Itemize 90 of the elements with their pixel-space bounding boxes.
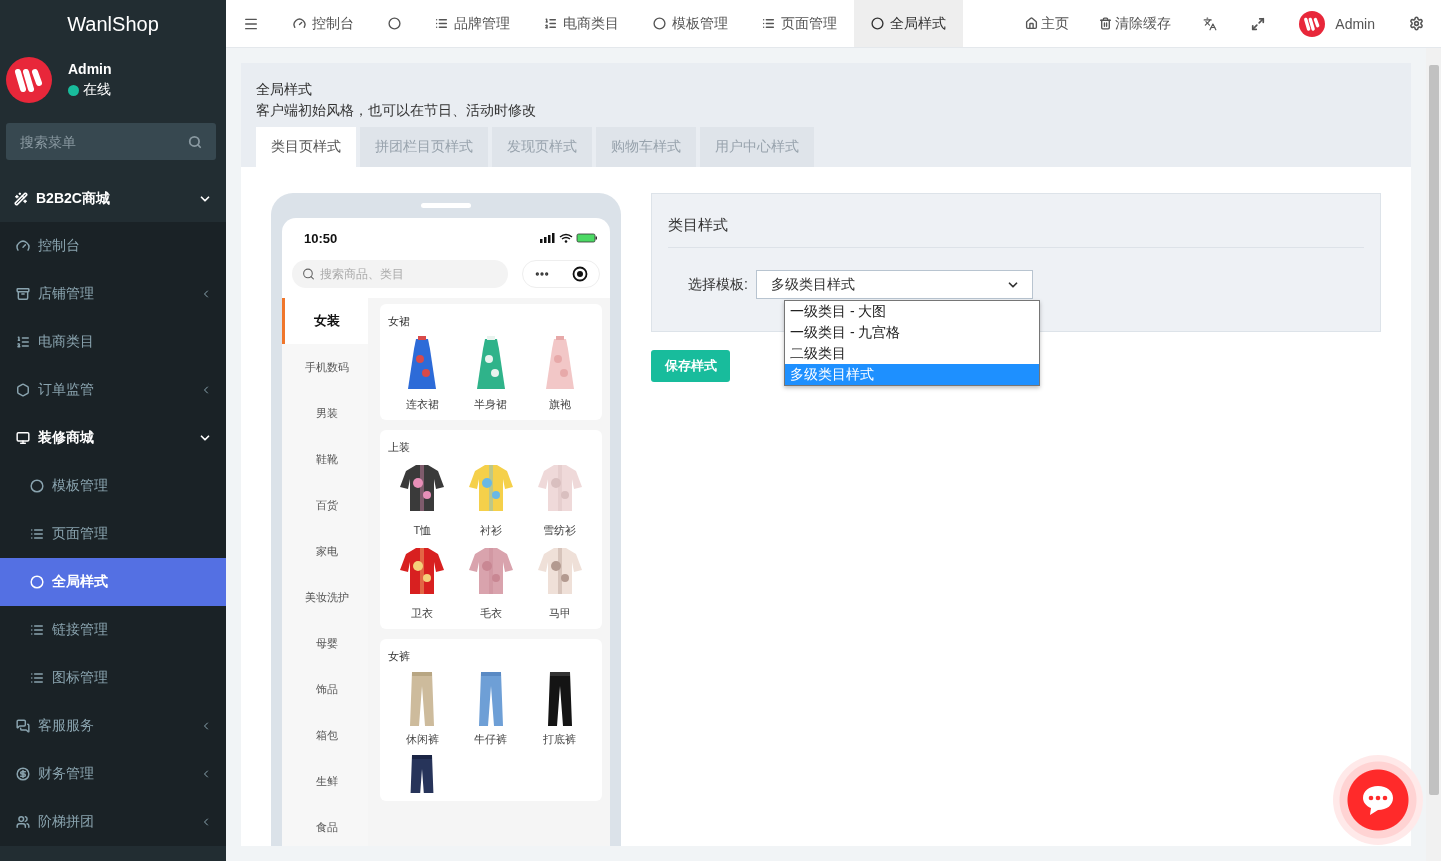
dropdown-option[interactable]: 一级类目 - 九宫格 [785,322,1039,343]
circle-icon [653,17,666,30]
search-icon [302,267,315,281]
product-label[interactable]: 打底裤 [543,732,577,747]
list-icon [16,335,30,349]
product-label[interactable]: 连衣裙 [405,397,439,412]
product-label[interactable]: 毛衣 [480,606,502,621]
card-title: 类目样式 [668,216,1364,248]
dashboard-icon [293,17,306,30]
dropdown-option[interactable]: 二级类目 [785,343,1039,364]
menu-item[interactable]: 阶梯拼团 [0,798,226,846]
online-status: 在线 [68,81,112,99]
category-item[interactable]: 生鲜 [282,758,368,804]
category-item[interactable]: 百货 [282,482,368,528]
product-label[interactable]: 牛仔裤 [474,732,508,747]
trash-icon [1099,17,1113,30]
search-field[interactable]: 搜索菜单 [6,123,216,160]
category-item[interactable]: 美妆洗护 [282,574,368,620]
signal-battery-icon [540,233,598,243]
circle-icon [388,17,401,30]
product-label[interactable]: 卫衣 [411,606,434,621]
menu-item[interactable]: 装修商城 [0,414,226,462]
coin-icon [16,767,30,781]
menu-item[interactable]: 链接管理 [0,606,226,654]
circle-icon [30,575,44,589]
monitor-icon [16,431,30,445]
menu-item[interactable]: 财务管理 [0,750,226,798]
menu-item[interactable]: 模板管理 [0,462,226,510]
user-name: Admin [68,61,112,77]
menu-item[interactable]: 客服服务 [0,702,226,750]
category-item[interactable]: 手机数码 [282,344,368,390]
page-subtitle: 客户端初始风格，也可以在节日、活动时修改 [256,101,537,120]
menu-section[interactable]: B2B2C商城 [0,175,226,222]
category-item[interactable]: 男装 [282,390,368,436]
category-item[interactable]: 家电 [282,528,368,574]
scrollbar-thumb[interactable] [1428,65,1439,795]
hexagon-icon [16,383,30,397]
menu-item[interactable]: 页面管理 [0,510,226,558]
menu-item[interactable]: 全局样式 [0,558,226,606]
dropdown-option[interactable]: 一级类目 - 大图 [785,301,1039,322]
group-title: 女裤 [388,649,411,664]
menu-item[interactable]: 订单监管 [0,366,226,414]
page-title: 全局样式 [256,80,313,99]
category-item[interactable]: 母婴 [282,620,368,666]
target-icon [572,266,588,282]
translate-icon [1203,16,1218,31]
product-label[interactable]: 衬衫 [480,523,502,538]
list-icon [30,671,44,685]
field-label: 选择模板: [688,275,748,294]
category-item[interactable]: 箱包 [282,712,368,758]
wand-icon [14,191,28,206]
menu-item[interactable]: 图标管理 [0,654,226,702]
product-label[interactable]: 半身裙 [474,397,508,412]
list-icon [30,623,44,637]
fullscreen-icon [1251,16,1266,31]
list-icon [435,17,448,30]
category-item[interactable]: 鞋靴 [282,436,368,482]
settings-icon [1409,16,1424,31]
product-label[interactable]: T恤 [413,523,432,538]
menu-item[interactable]: 电商类目 [0,318,226,366]
list-icon [30,527,44,541]
product-label[interactable]: 雪纺衫 [543,523,577,538]
chat-icon [16,719,30,733]
group-title: 女裙 [388,314,411,329]
product-label[interactable]: 马甲 [548,606,571,621]
circle-icon [30,479,44,493]
home-icon [1025,17,1039,30]
nav-tab[interactable]: 全局样式 [854,0,963,47]
category-item[interactable]: 饰品 [282,666,368,712]
list-icon [762,17,775,30]
menu-item[interactable]: 控制台 [0,222,226,270]
phone-time: 10:50 [304,230,338,246]
product-label[interactable]: 旗袍 [548,397,571,412]
chat-bubble-icon [1360,783,1396,817]
users-icon [16,815,30,829]
category-item[interactable]: 食品 [282,804,368,846]
template-select[interactable]: 多级类目样式 [755,270,1033,299]
dashboard-icon [16,239,30,253]
avatar-icon [1299,10,1326,37]
archive-icon [16,287,30,301]
avatar-icon [6,57,52,103]
menu-item[interactable]: 店铺管理 [0,270,226,318]
circle-icon [871,17,884,30]
group-title: 上装 [388,440,411,455]
list-icon [544,17,557,30]
product-label[interactable]: 休闲裤 [405,732,439,747]
search-field[interactable]: 搜索商品、类目 [292,260,508,288]
search-icon [188,134,202,149]
category-item[interactable]: 女装 [282,298,368,344]
style-tab[interactable]: 类目页样式 [256,127,356,167]
